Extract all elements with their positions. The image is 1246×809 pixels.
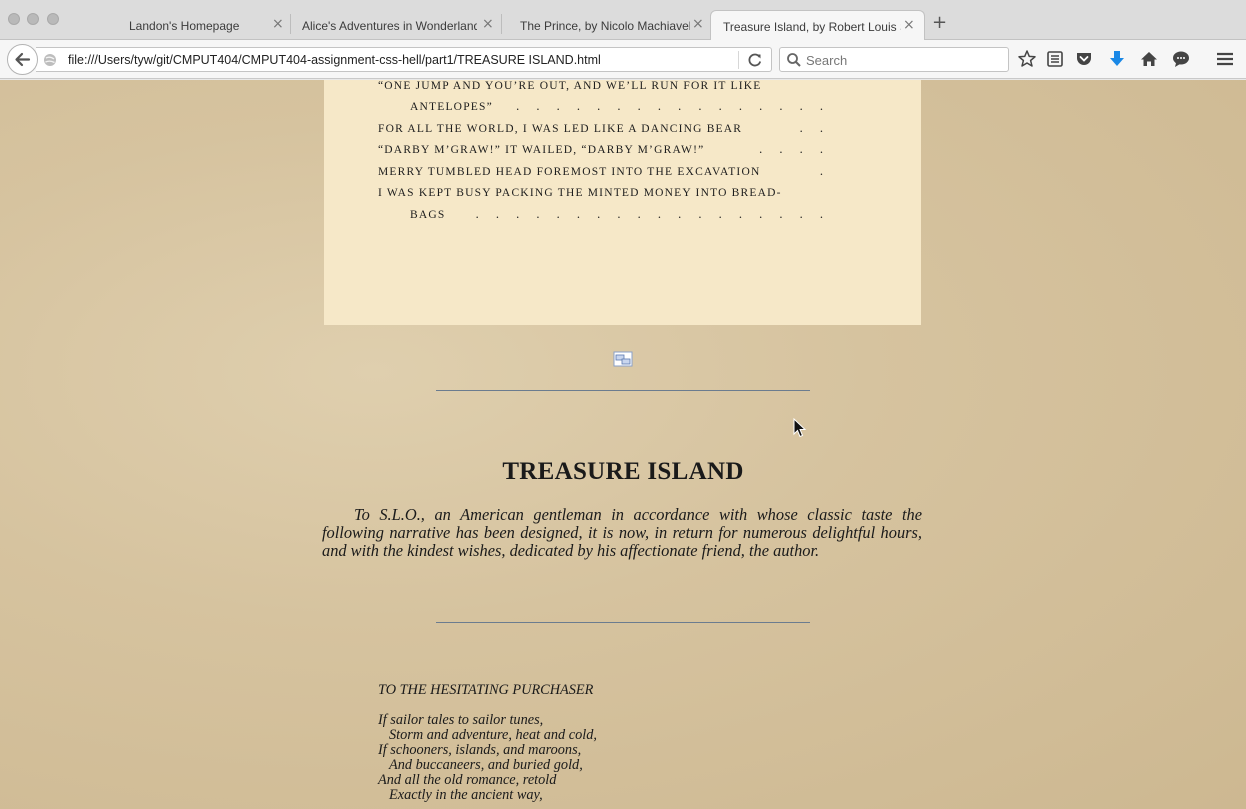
reload-icon[interactable]: [746, 51, 764, 69]
illustration-entry: “darby m’graw!” it wailed, “darby m’graw…: [378, 142, 830, 157]
illustrations-plate: “one jump and you’re out, and we’ll run …: [324, 80, 921, 325]
illustration-entry: merry tumbled head foremost into the exc…: [378, 164, 830, 179]
downloads-icon[interactable]: [1107, 49, 1127, 69]
new-tab-button[interactable]: +: [932, 14, 947, 32]
url-bar[interactable]: file:///Users/tyw/git/CMPUT404/CMPUT404-…: [36, 47, 772, 72]
poem-heading: TO THE HESITATING PURCHASER: [378, 682, 594, 698]
search-placeholder: Search: [806, 53, 848, 68]
illustration-title: “darby m’graw!” it wailed, “darby m’graw…: [378, 144, 705, 156]
chat-icon[interactable]: [1171, 49, 1191, 69]
illustration-title: “one jump and you’re out, and we’ll run …: [378, 80, 762, 92]
illustration-entry: antelopes” . . . . . . . . . . . . . . .…: [410, 99, 830, 114]
tab-title: Treasure Island, by Robert Louis St...: [723, 20, 901, 34]
search-icon: [787, 53, 801, 67]
illustration-leader: . . . .: [759, 142, 830, 156]
url-text[interactable]: file:///Users/tyw/git/CMPUT404/CMPUT404-…: [68, 53, 601, 67]
tab-title: Landon's Homepage: [129, 19, 240, 33]
tab-strip: Landon's Homepage × Alice's Adventures i…: [0, 0, 1246, 41]
tab-landons-homepage[interactable]: Landon's Homepage ×: [92, 10, 291, 40]
tab-the-prince[interactable]: The Prince, by Nicolo Machiavelli ×: [502, 10, 710, 40]
illustration-leader: . . . . . . . . . . . . . . . .: [516, 99, 830, 113]
back-button[interactable]: [7, 44, 38, 75]
broken-image-icon: [613, 351, 633, 367]
site-identity-icon[interactable]: [43, 53, 57, 67]
navigation-toolbar: file:///Users/tyw/git/CMPUT404/CMPUT404-…: [0, 40, 1246, 79]
illustration-title: antelopes”: [410, 101, 493, 113]
illustration-title: merry tumbled head foremost into the exc…: [378, 166, 761, 178]
horizontal-rule: [436, 622, 810, 623]
tab-treasure-island[interactable]: Treasure Island, by Robert Louis St... ×: [710, 10, 925, 41]
illustration-leader: . . . . . . . . . . . . . . . . . .: [475, 207, 830, 221]
tab-alice-in-wonderland[interactable]: Alice's Adventures in Wonderland, ... ×: [291, 10, 502, 40]
close-tab-icon[interactable]: ×: [272, 16, 284, 32]
home-icon[interactable]: [1139, 49, 1159, 69]
window-close-button[interactable]: [8, 13, 20, 25]
tab-title: Alice's Adventures in Wonderland, ...: [302, 19, 477, 33]
url-divider: [738, 51, 739, 69]
illustration-title: i was kept busy packing the minted money…: [378, 187, 782, 199]
illustration-entry: bags . . . . . . . . . . . . . . . . . .: [410, 207, 830, 222]
book-title: TREASURE ISLAND: [502, 458, 744, 485]
close-tab-icon[interactable]: ×: [903, 17, 915, 33]
tab-title: The Prince, by Nicolo Machiavelli: [520, 19, 690, 33]
illustration-leader: .: [819, 164, 830, 178]
back-arrow-icon: [15, 52, 31, 67]
pocket-icon[interactable]: [1074, 49, 1094, 69]
dedication-paragraph: To S.L.O., an American gentleman in acco…: [322, 505, 922, 560]
horizontal-rule: [436, 390, 810, 391]
reading-list-icon[interactable]: [1045, 49, 1065, 69]
page-content: “one jump and you’re out, and we’ll run …: [0, 80, 1246, 809]
close-tab-icon[interactable]: ×: [482, 16, 494, 32]
search-bar[interactable]: Search: [779, 47, 1009, 72]
illustration-entry: for all the world, i was led like a danc…: [378, 121, 830, 136]
illustration-title: bags: [410, 209, 446, 221]
window-minimize-button[interactable]: [27, 13, 39, 25]
illustration-entry: i was kept busy packing the minted money…: [378, 185, 830, 200]
illustration-title: for all the world, i was led like a danc…: [378, 123, 743, 135]
illustration-entry: “one jump and you’re out, and we’ll run …: [378, 80, 830, 93]
illustration-leader: . .: [799, 121, 830, 135]
close-tab-icon[interactable]: ×: [692, 16, 704, 32]
window-zoom-button[interactable]: [47, 13, 59, 25]
poem-line: Exactly in the ancient way,: [389, 787, 543, 803]
menu-icon[interactable]: [1215, 49, 1235, 69]
mouse-pointer-icon: [793, 418, 807, 438]
bookmark-star-icon[interactable]: [1017, 49, 1037, 69]
